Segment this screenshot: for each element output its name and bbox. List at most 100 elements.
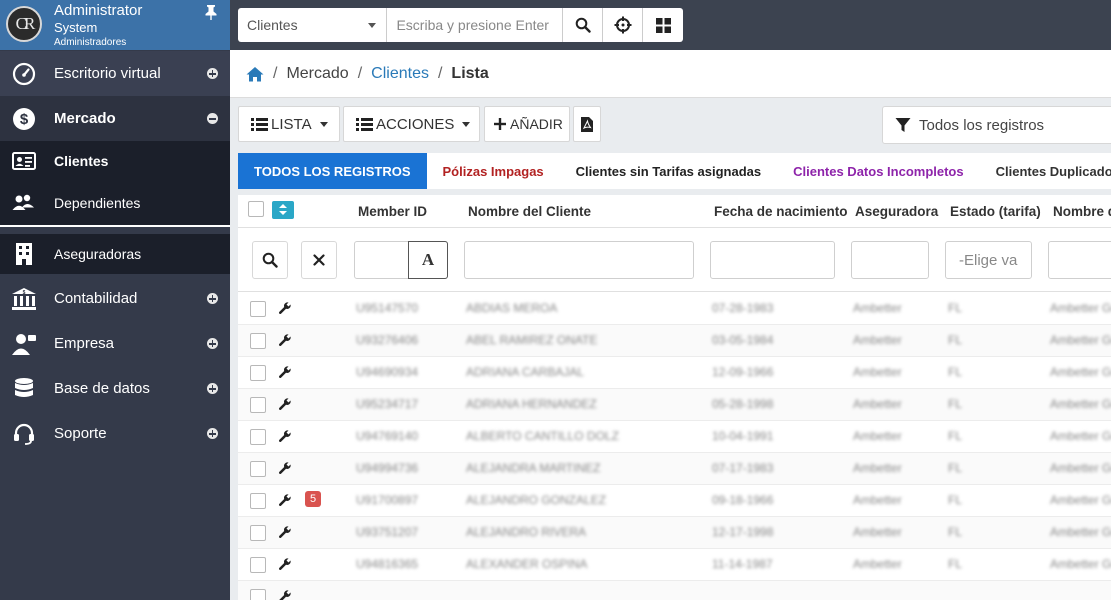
cell-name[interactable]: ABDIAS MEROA (466, 301, 557, 315)
cell-name[interactable]: ALEJANDRO GONZALEZ (466, 493, 606, 507)
cell-state: FL (948, 429, 963, 443)
row-checkbox[interactable] (250, 557, 266, 573)
locate-button[interactable] (603, 8, 644, 42)
row-checkbox[interactable] (250, 365, 266, 381)
text-match-mode-button[interactable]: A (408, 241, 448, 279)
cell-name[interactable]: ADRIANA HERNANDEZ (466, 397, 597, 411)
user-name: Administrator (54, 2, 143, 19)
sidebar-item-contabilidad[interactable]: $ Contabilidad (0, 276, 230, 321)
apply-filter-button[interactable] (252, 241, 288, 279)
sidebar-item-base-de-datos[interactable]: Base de datos (0, 366, 230, 411)
sidebar-item-mercado[interactable]: $ Mercado (0, 96, 230, 141)
expand-icon[interactable] (207, 293, 218, 304)
cell-name[interactable]: ABEL RAMIREZ ONATE (466, 333, 597, 347)
sidebar-item-label: Empresa (54, 335, 115, 352)
sidebar-item-clientes[interactable]: Clientes (0, 141, 230, 181)
cell-name[interactable]: ALEJANDRO RIVERA (466, 525, 586, 539)
row-checkbox[interactable] (250, 525, 266, 541)
wrench-icon[interactable] (278, 493, 292, 507)
column-nombre-cliente[interactable]: Nombre del Cliente (468, 204, 591, 219)
sidebar-item-label: Mercado (54, 110, 116, 127)
cell-name[interactable]: ALEXANDER OSPINA (466, 557, 587, 571)
search-scope-select[interactable]: Clientes (238, 8, 388, 42)
grid-view-button[interactable] (643, 8, 683, 42)
add-button[interactable]: AÑADIR (484, 106, 570, 142)
record-filter-select[interactable]: Todos los registros (882, 106, 1111, 144)
column-fecha-nacimiento[interactable]: Fecha de nacimiento (714, 204, 848, 219)
nombre-filter[interactable] (464, 241, 694, 279)
list-button[interactable]: LISTA (238, 106, 340, 142)
dashboard-icon (11, 61, 37, 87)
sidebar-item-soporte[interactable]: Soporte (0, 411, 230, 456)
building-icon (11, 241, 37, 267)
wrench-icon[interactable] (278, 589, 292, 600)
search-input[interactable] (387, 8, 564, 42)
column-aseguradora[interactable]: Aseguradora (855, 204, 938, 219)
breadcrumb-clientes[interactable]: Clientes (371, 65, 429, 83)
expand-icon[interactable] (207, 428, 218, 439)
tab-clientes-datos-incompletos[interactable]: Clientes Datos Incompletos (777, 153, 979, 189)
sidebar-item-aseguradoras[interactable]: Aseguradoras (0, 234, 230, 274)
member-id-filter[interactable]: A (354, 241, 448, 279)
row-checkbox[interactable] (250, 429, 266, 445)
expand-icon[interactable] (207, 338, 218, 349)
breadcrumb-mercado[interactable]: Mercado (286, 65, 348, 83)
expand-icon[interactable] (207, 68, 218, 79)
cell-plan: Ambetter Gold (1050, 365, 1111, 379)
users-icon (11, 190, 37, 216)
pdf-export-button[interactable] (573, 106, 601, 142)
sort-icon[interactable] (272, 201, 294, 219)
clear-filter-button[interactable] (301, 241, 337, 279)
wrench-icon[interactable] (278, 557, 292, 571)
row-checkbox[interactable] (250, 589, 266, 600)
row-checkbox[interactable] (250, 333, 266, 349)
pin-icon[interactable] (204, 4, 218, 20)
search-icon (262, 252, 278, 268)
home-icon[interactable] (246, 66, 264, 82)
sidebar-item-label: Base de datos (54, 380, 150, 397)
cell-name[interactable]: ALBERTO CANTILLO DOLZ (466, 429, 619, 443)
aseguradora-filter[interactable] (851, 241, 929, 279)
cell-name[interactable]: ADRIANA CARBAJAL (466, 365, 584, 379)
filter-row: A -Elige va (238, 229, 1111, 292)
wrench-icon[interactable] (278, 525, 292, 539)
tab-clientes-duplicados[interactable]: Clientes Duplicados (980, 153, 1111, 189)
column-nombre-plan[interactable]: Nombre d (1053, 204, 1111, 219)
wrench-icon[interactable] (278, 365, 292, 379)
table-header: Member ID Nombre del Cliente Fecha de na… (238, 195, 1111, 228)
row-checkbox[interactable] (250, 493, 266, 509)
user-role: Administradores (54, 37, 127, 48)
actions-button[interactable]: ACCIONES (343, 106, 480, 142)
tab-polizas-impagas[interactable]: Pólizas Impagas (427, 153, 560, 189)
wrench-icon[interactable] (278, 397, 292, 411)
wrench-icon[interactable] (278, 333, 292, 347)
fecha-filter[interactable] (710, 241, 835, 279)
list-icon (251, 117, 268, 131)
policy-count-badge[interactable]: 5 (305, 491, 321, 507)
sidebar-item-escritorio[interactable]: Escritorio virtual (0, 51, 230, 96)
wrench-icon[interactable] (278, 461, 292, 475)
nombre-plan-filter[interactable] (1048, 241, 1111, 279)
tab-clientes-sin-tarifas[interactable]: Clientes sin Tarifas asignadas (560, 153, 777, 189)
tab-todos-los-registros[interactable]: TODOS LOS REGISTROS (238, 153, 427, 189)
estado-filter-select[interactable]: -Elige va (945, 241, 1032, 279)
expand-icon[interactable] (207, 383, 218, 394)
wrench-icon[interactable] (278, 429, 292, 443)
column-estado-tarifa[interactable]: Estado (tarifa) (950, 204, 1041, 219)
select-all-checkbox[interactable] (248, 201, 264, 217)
cell-state: FL (948, 333, 963, 347)
cell-name[interactable]: ALEJANDRA MARTINEZ (466, 461, 600, 475)
cell-member-id: U94816365 (356, 557, 419, 571)
user-system: System (54, 20, 98, 35)
search-button[interactable] (563, 8, 604, 42)
cell-plan: Ambetter Gold (1050, 461, 1111, 475)
sidebar-item-dependientes[interactable]: Dependientes (0, 181, 230, 227)
row-checkbox[interactable] (250, 461, 266, 477)
column-member-id[interactable]: Member ID (358, 204, 427, 219)
row-checkbox[interactable] (250, 301, 266, 317)
sidebar-item-empresa[interactable]: Empresa (0, 321, 230, 366)
row-checkbox[interactable] (250, 397, 266, 413)
collapse-icon[interactable] (207, 113, 218, 124)
wrench-icon[interactable] (278, 301, 292, 315)
clients-table: Member ID Nombre del Cliente Fecha de na… (238, 195, 1111, 600)
